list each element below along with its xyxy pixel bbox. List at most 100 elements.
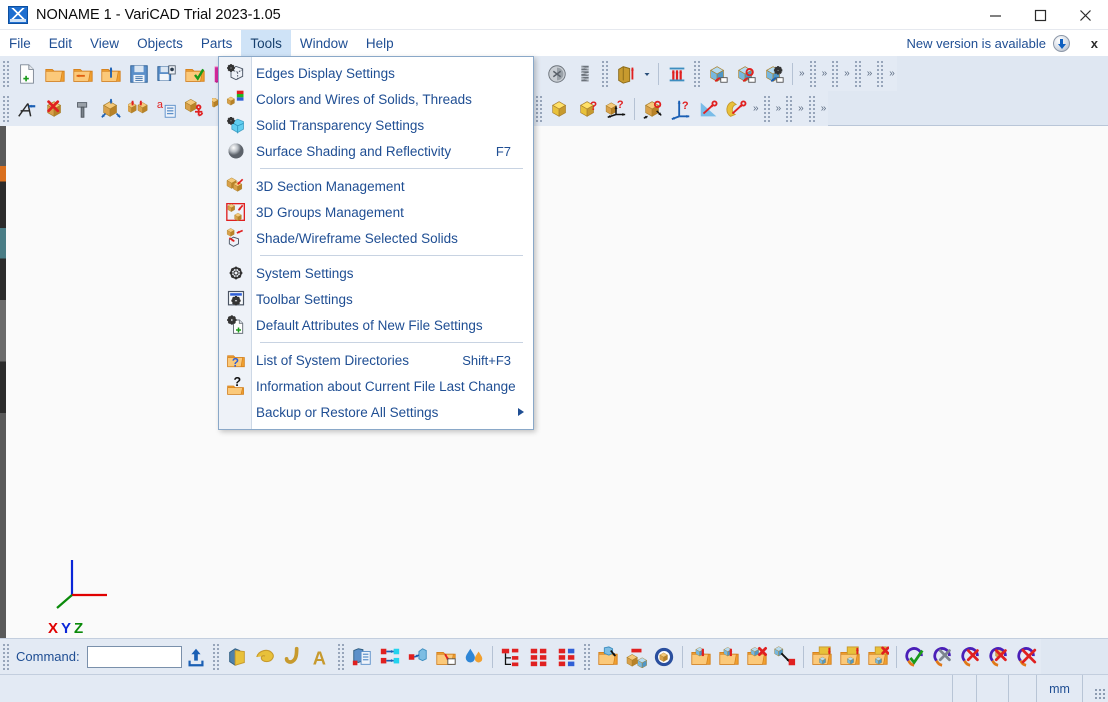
cancel-gray-icon[interactable] bbox=[929, 642, 957, 672]
extrude-dropdown-icon[interactable] bbox=[640, 59, 654, 89]
attributes-icon[interactable]: a bbox=[153, 94, 181, 124]
menu-file[interactable]: File bbox=[0, 30, 40, 56]
toolbar-overflow-button[interactable]: » bbox=[751, 103, 761, 114]
surface-icon[interactable] bbox=[251, 642, 279, 672]
menu-item-backup-or-restore-all-settings[interactable]: Backup or Restore All Settings bbox=[219, 399, 533, 425]
menu-window[interactable]: Window bbox=[291, 30, 357, 56]
toolbar-overflow-button[interactable]: » bbox=[797, 68, 807, 79]
toolbar-drag-handle[interactable] bbox=[601, 60, 610, 87]
toolbar-drag-handle[interactable] bbox=[762, 95, 772, 122]
close-button[interactable] bbox=[1063, 0, 1108, 30]
menu-item-system-settings[interactable]: System Settings bbox=[219, 260, 533, 286]
extrude-icon[interactable] bbox=[612, 59, 640, 89]
axis-help-icon[interactable]: ? bbox=[667, 94, 695, 124]
snap-point-icon[interactable] bbox=[13, 94, 41, 124]
menu-objects[interactable]: Objects bbox=[128, 30, 192, 56]
menu-item-shade-wireframe-selected-solids[interactable]: Shade/Wireframe Selected Solids bbox=[219, 225, 533, 251]
rotate-help-icon[interactable] bbox=[639, 94, 667, 124]
drawing-canvas[interactable] bbox=[0, 126, 1108, 638]
part-library-icon[interactable] bbox=[650, 642, 678, 672]
curve-icon[interactable] bbox=[279, 642, 307, 672]
import-folder-icon[interactable] bbox=[69, 59, 97, 89]
measure-angle-icon[interactable] bbox=[695, 94, 723, 124]
spring-icon[interactable] bbox=[571, 59, 599, 89]
solid-view-icon[interactable] bbox=[223, 642, 251, 672]
toolbar-overflow-button[interactable]: » bbox=[774, 103, 784, 114]
menu-item-toolbar-settings[interactable]: Toolbar Settings bbox=[219, 286, 533, 312]
save-icon[interactable] bbox=[125, 59, 153, 89]
open-folder-icon[interactable] bbox=[41, 59, 69, 89]
part-extract-icon[interactable] bbox=[771, 642, 799, 672]
toolbar-drag-handle[interactable] bbox=[2, 60, 11, 87]
toolbar-overflow-button[interactable]: » bbox=[820, 68, 830, 79]
tree-structure-icon[interactable] bbox=[497, 642, 525, 672]
menu-item-list-of-system-directories[interactable]: ? List of System Directories Shift+F3 bbox=[219, 347, 533, 373]
material-drop-icon[interactable] bbox=[460, 642, 488, 672]
toolbar-drag-handle[interactable] bbox=[211, 643, 221, 670]
minimize-button[interactable] bbox=[973, 0, 1018, 30]
menu-help[interactable]: Help bbox=[357, 30, 403, 56]
bom-compare-icon[interactable] bbox=[553, 642, 581, 672]
menu-item-information-about-current-file-last-change[interactable]: ? Information about Current File Last Cha… bbox=[219, 373, 533, 399]
status-units[interactable]: mm bbox=[1036, 674, 1082, 702]
confirm-icon[interactable] bbox=[901, 642, 929, 672]
toolbar-drag-handle[interactable] bbox=[336, 643, 346, 670]
command-run-icon[interactable] bbox=[182, 642, 210, 672]
shell-edge-icon[interactable] bbox=[760, 59, 788, 89]
copy-properties-icon[interactable] bbox=[348, 642, 376, 672]
dismiss-notice-button[interactable]: x bbox=[1091, 30, 1098, 56]
insert-part-icon[interactable] bbox=[622, 642, 650, 672]
toolbar-drag-handle[interactable] bbox=[853, 60, 863, 87]
export-folder-icon[interactable] bbox=[97, 59, 125, 89]
toolbar-drag-handle[interactable] bbox=[582, 643, 592, 670]
resize-grip-icon[interactable] bbox=[1094, 688, 1106, 700]
anchor-solid-icon[interactable] bbox=[181, 94, 209, 124]
command-input-wrapper[interactable] bbox=[86, 645, 260, 668]
menu-item-surface-shading-and-reflectivity[interactable]: Surface Shading and Reflectivity F7 bbox=[219, 138, 533, 164]
toolbar-drag-handle[interactable] bbox=[535, 95, 544, 122]
menu-item-3d-section-management[interactable]: 3D Section Management bbox=[219, 173, 533, 199]
toolbar-drag-handle[interactable] bbox=[693, 60, 702, 87]
menu-item-colors-and-wires-of-solids-threads[interactable]: Colors and Wires of Solids, Threads bbox=[219, 86, 533, 112]
menu-item-solid-transparency-settings[interactable]: Solid Transparency Settings bbox=[219, 112, 533, 138]
thread-disc-icon[interactable] bbox=[543, 59, 571, 89]
export-drawing-icon[interactable] bbox=[432, 642, 460, 672]
link-objects-icon[interactable] bbox=[376, 642, 404, 672]
link-upload-icon[interactable] bbox=[836, 642, 864, 672]
toolbar-overflow-button[interactable]: » bbox=[796, 103, 806, 114]
menu-parts[interactable]: Parts bbox=[192, 30, 242, 56]
revolve-icon[interactable] bbox=[663, 59, 691, 89]
toolbar-drag-handle[interactable] bbox=[807, 95, 817, 122]
menu-tools[interactable]: Tools bbox=[241, 30, 291, 56]
toolbar-drag-handle[interactable] bbox=[785, 95, 795, 122]
cancel-red-icon[interactable] bbox=[957, 642, 985, 672]
menu-edit[interactable]: Edit bbox=[40, 30, 81, 56]
link-download-icon[interactable] bbox=[808, 642, 836, 672]
menu-item-edges-display-settings[interactable]: Edges Display Settings bbox=[219, 60, 533, 86]
chamfer-edge-icon[interactable] bbox=[732, 59, 760, 89]
menu-item-default-attributes-of-new-file-settings[interactable]: Default Attributes of New File Settings bbox=[219, 312, 533, 338]
part-download-icon[interactable] bbox=[687, 642, 715, 672]
move-solid-icon[interactable] bbox=[97, 94, 125, 124]
toolbar-drag-handle[interactable] bbox=[808, 60, 818, 87]
cancel-orange-icon[interactable] bbox=[985, 642, 1013, 672]
download-icon[interactable] bbox=[1053, 34, 1070, 52]
open-part-icon[interactable] bbox=[594, 642, 622, 672]
part-upload-icon[interactable] bbox=[715, 642, 743, 672]
new-file-icon[interactable] bbox=[13, 59, 41, 89]
cancel-all-icon[interactable] bbox=[1013, 642, 1041, 672]
cube-help-icon[interactable]: ? bbox=[574, 94, 602, 124]
toolbar-overflow-button[interactable]: » bbox=[842, 68, 852, 79]
toolbar-drag-handle[interactable] bbox=[2, 95, 11, 122]
new-version-notice[interactable]: New version is available bbox=[907, 30, 1070, 56]
cube-axis-help-icon[interactable]: ? bbox=[602, 94, 630, 124]
toolbar-drag-handle[interactable] bbox=[2, 643, 11, 670]
measure-arc-icon[interactable] bbox=[723, 94, 751, 124]
hammer-icon[interactable] bbox=[69, 94, 97, 124]
menu-view[interactable]: View bbox=[81, 30, 128, 56]
maximize-button[interactable] bbox=[1018, 0, 1063, 30]
toolbar-drag-handle[interactable] bbox=[876, 60, 886, 87]
bom-list-icon[interactable] bbox=[525, 642, 553, 672]
copy-solid-icon[interactable] bbox=[125, 94, 153, 124]
yellow-cube-icon[interactable] bbox=[546, 94, 574, 124]
